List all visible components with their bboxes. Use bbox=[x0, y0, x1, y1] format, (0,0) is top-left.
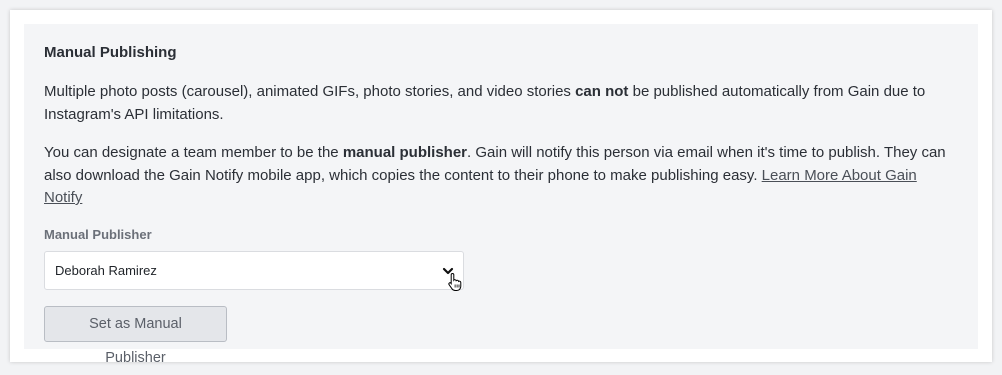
p2-text-start: You can designate a team member to be th… bbox=[44, 144, 343, 161]
p2-emphasis: manual publisher bbox=[342, 144, 468, 161]
manual-publisher-description: You can designate a team member to be th… bbox=[44, 142, 958, 210]
p1-text-start: Multiple photo posts (carousel), animate… bbox=[44, 83, 576, 100]
selected-publisher: Deborah Ramirez bbox=[55, 262, 157, 278]
manual-publisher-select[interactable]: Deborah Ramirez bbox=[44, 250, 464, 291]
set-manual-publisher-button[interactable]: Set as Manual Publisher bbox=[44, 305, 227, 366]
settings-card: Manual Publishing Multiple photo posts (… bbox=[10, 10, 992, 366]
manual-publisher-label: Manual Publisher bbox=[44, 226, 152, 242]
p1-emphasis: can not bbox=[575, 83, 629, 100]
manual-publishing-panel: Manual Publishing Multiple photo posts (… bbox=[24, 24, 978, 366]
section-title: Manual Publishing bbox=[44, 44, 177, 61]
carousel-limitation-text: Multiple photo posts (carousel), animate… bbox=[44, 81, 958, 126]
chevron-down-icon[interactable] bbox=[441, 264, 455, 278]
